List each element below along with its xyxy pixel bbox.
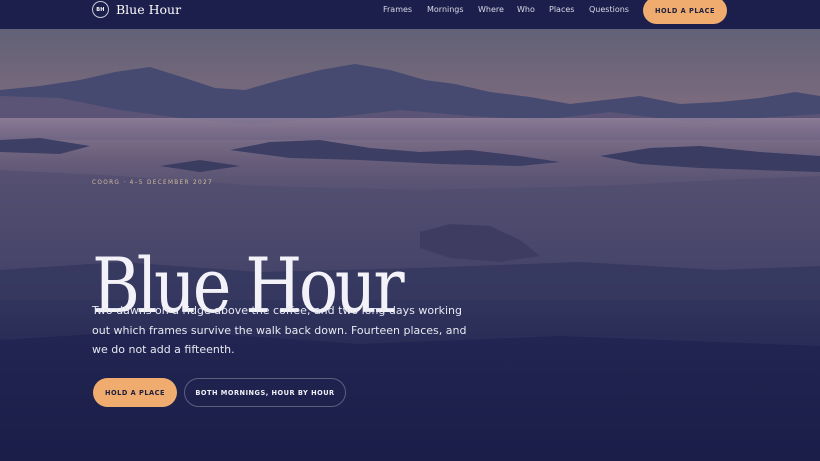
nav-link-where[interactable]: Where (478, 5, 517, 14)
nav-link-who[interactable]: Who (517, 5, 549, 14)
logo-wordmark: Blue Hour (116, 2, 182, 17)
nav-link-frames[interactable]: Frames (383, 5, 427, 14)
hero-lede: Two dawns on a ridge above the coffee, a… (92, 304, 467, 356)
logo-badge: BH (92, 1, 109, 18)
landing-page: BH Blue Hour Frames Mornings Where Who P… (0, 0, 820, 461)
nav-link-questions[interactable]: Questions (589, 5, 635, 14)
header-hold-place-button[interactable]: HOLD A PLACE (643, 0, 727, 24)
top-navigation: BH Blue Hour Frames Mornings Where Who P… (0, 0, 820, 29)
event-eyebrow: COORG · 4–5 DECEMBER 2027 (92, 180, 213, 186)
brand-logo[interactable]: BH Blue Hour (92, 1, 181, 18)
hold-place-button[interactable]: HOLD A PLACE (93, 378, 177, 407)
schedule-button[interactable]: BOTH MORNINGS, HOUR BY HOUR (184, 378, 346, 407)
nav-links: Frames Mornings Where Who Places Questio… (383, 5, 635, 14)
nav-link-places[interactable]: Places (549, 5, 589, 14)
nav-link-mornings[interactable]: Mornings (427, 5, 478, 14)
